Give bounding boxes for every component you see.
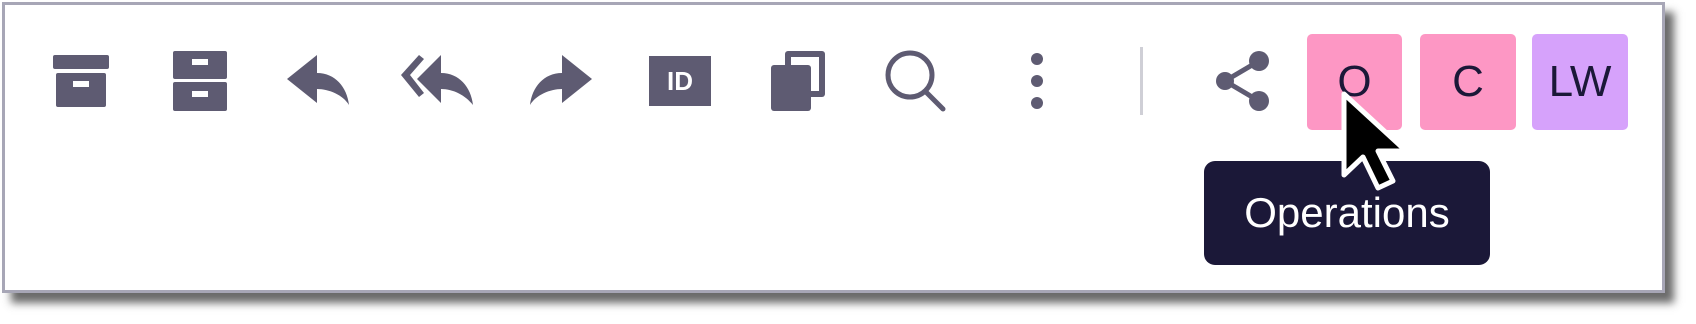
forward-icon xyxy=(530,55,592,105)
archive-icon xyxy=(53,55,109,107)
toolbar-divider xyxy=(1140,47,1143,115)
reply-all-button[interactable] xyxy=(397,41,477,121)
avatar-label: O xyxy=(1337,57,1372,106)
reply-button[interactable] xyxy=(278,41,358,121)
copy-icon xyxy=(771,51,825,111)
tooltip: Operations xyxy=(1204,161,1490,265)
more-vertical-icon xyxy=(1031,53,1043,109)
share-button[interactable] xyxy=(1202,41,1282,121)
forward-button[interactable] xyxy=(521,41,601,121)
search-icon xyxy=(885,50,946,112)
avatar-operations[interactable]: O xyxy=(1307,34,1402,130)
reply-all-icon xyxy=(401,55,473,105)
copy-button[interactable] xyxy=(758,41,838,121)
avatar-lw[interactable]: LW xyxy=(1532,34,1628,130)
move-to-inbox-icon xyxy=(173,51,227,111)
toolbar-panel: ID O C LW Operations xyxy=(2,2,1665,293)
share-icon xyxy=(1216,51,1269,111)
avatar-c[interactable]: C xyxy=(1420,34,1516,130)
drawer-button[interactable] xyxy=(160,41,240,121)
more-button[interactable] xyxy=(997,41,1077,121)
reply-icon xyxy=(287,55,349,105)
id-button[interactable]: ID xyxy=(640,41,720,121)
search-button[interactable] xyxy=(876,41,956,121)
archive-button[interactable] xyxy=(41,41,121,121)
avatar-label: LW xyxy=(1548,57,1612,106)
id-icon: ID xyxy=(649,56,711,106)
avatar-label: C xyxy=(1452,57,1484,106)
tooltip-text: Operations xyxy=(1244,189,1450,236)
svg-text:ID: ID xyxy=(667,66,693,96)
